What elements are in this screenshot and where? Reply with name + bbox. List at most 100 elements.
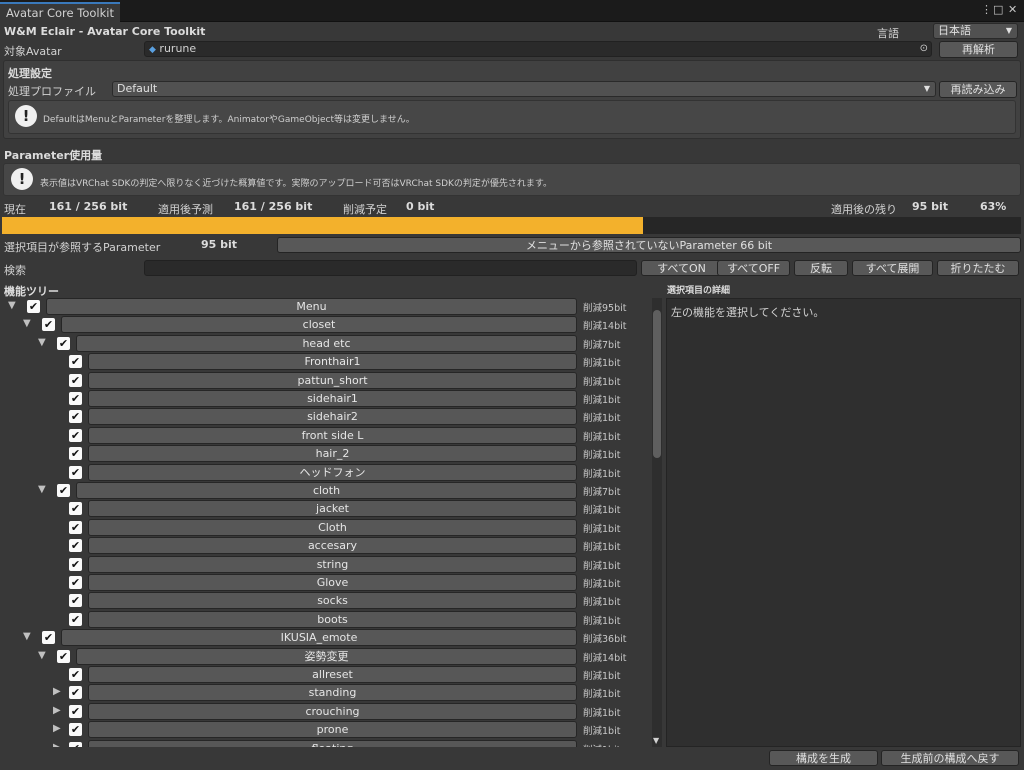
tree-checkbox[interactable]: ✔ (42, 318, 55, 332)
profile-help-text: DefaultはMenuとParameterを整理します。AnimatorやGa… (43, 115, 415, 125)
tree-checkbox[interactable]: ✔ (69, 373, 82, 387)
target-avatar-value: rurune (159, 42, 197, 55)
tree-checkbox[interactable]: ✔ (57, 649, 70, 663)
tree-node-button[interactable]: Menu (46, 298, 577, 315)
tree-node-button[interactable]: floating (88, 739, 577, 747)
tree-node-button[interactable]: hair_2 (88, 445, 577, 463)
tree-checkbox[interactable]: ✔ (69, 539, 82, 553)
tree-checkbox[interactable]: ✔ (69, 410, 82, 424)
search-input[interactable] (144, 260, 637, 276)
tree-row: ▶ ✔ crouching 削減1bit (6, 702, 653, 721)
language-dropdown[interactable]: 日本語 ▼ (933, 23, 1018, 39)
feature-tree: ▼ ✔ Menu 削減95bit ▼ ✔ closet 削減14bit ▼ ✔ head etc 削減… (6, 298, 653, 747)
tree-checkbox[interactable]: ✔ (69, 465, 82, 479)
tree-node-bits: 削減95bit (583, 303, 627, 314)
tree-checkbox[interactable]: ✔ (69, 392, 82, 405)
tree-checkbox[interactable]: ✔ (69, 502, 82, 516)
generate-button[interactable]: 構成を生成 (769, 750, 878, 766)
tree-node-button[interactable]: sidehair1 (88, 390, 577, 407)
tree-checkbox[interactable]: ✔ (69, 355, 82, 369)
tree-node-button[interactable]: pattun_short (88, 371, 577, 389)
expand-arrow-icon[interactable]: ▼ (38, 650, 46, 661)
predicted-value: 161 / 256 bit (234, 200, 313, 213)
tree-scrollbar[interactable]: ▼ (652, 298, 662, 747)
scrollbar-thumb[interactable] (653, 310, 661, 458)
tree-row: ✔ Glove 削減1bit (6, 574, 653, 592)
tree-node-button[interactable]: front side L (88, 426, 577, 444)
tree-node-button[interactable]: crouching (88, 702, 577, 720)
expand-all-button[interactable]: すべて展開 (852, 260, 933, 276)
expand-arrow-icon[interactable]: ▼ (23, 631, 31, 642)
tree-checkbox[interactable]: ✔ (69, 576, 82, 589)
tree-checkbox[interactable]: ✔ (69, 723, 82, 737)
tree-checkbox[interactable]: ✔ (69, 594, 82, 608)
tree-checkbox[interactable]: ✔ (27, 300, 40, 313)
profile-help-box: ! DefaultはMenuとParameterを整理します。Animatorや… (8, 100, 1016, 134)
expand-arrow-icon[interactable]: ▼ (38, 337, 46, 348)
detail-panel: 左の機能を選択してください。 (666, 298, 1021, 747)
tree-node-button[interactable]: prone (88, 721, 577, 739)
tree-checkbox[interactable]: ✔ (69, 668, 82, 681)
all-off-button[interactable]: すべてOFF (717, 260, 790, 276)
usage-help-text: 表示値はVRChat SDKの判定へ限りなく近づけた概算値です。実際のアップロー… (40, 179, 553, 189)
restore-button[interactable]: 生成前の構成へ戻す (881, 750, 1019, 766)
tree-checkbox[interactable]: ✔ (69, 447, 82, 461)
tree-checkbox[interactable]: ✔ (57, 336, 70, 350)
tree-node-button[interactable]: Cloth (88, 518, 577, 536)
tree-node-button[interactable]: socks (88, 592, 577, 610)
tree-node-button[interactable]: allreset (88, 666, 577, 683)
target-avatar-label: 対象Avatar (4, 45, 62, 58)
all-on-button[interactable]: すべてON (641, 260, 722, 276)
tree-checkbox[interactable]: ✔ (69, 520, 82, 534)
tree-checkbox[interactable]: ✔ (69, 612, 82, 626)
tree-checkbox[interactable]: ✔ (57, 484, 70, 497)
expand-arrow-icon[interactable]: ▼ (23, 318, 31, 329)
tree-node-button[interactable]: Glove (88, 574, 577, 591)
close-icon[interactable]: ✕ (1008, 3, 1017, 16)
tree-node-button[interactable]: Fronthair1 (88, 353, 577, 371)
tree-checkbox[interactable]: ✔ (69, 428, 82, 442)
reload-button[interactable]: 再読み込み (939, 81, 1017, 98)
tree-node-button[interactable]: accesary (88, 537, 577, 555)
target-avatar-field[interactable]: ◆ rurune ⊙ (144, 41, 932, 57)
more-menu-icon[interactable]: ⋮ (981, 3, 992, 16)
maximize-icon[interactable]: □ (993, 3, 1003, 16)
tree-node-bits: 削減1bit (583, 413, 621, 425)
tree-checkbox[interactable]: ✔ (42, 631, 55, 645)
collapsed-arrow-icon[interactable]: ▶ (53, 705, 61, 716)
processing-panel: 処理設定 処理プロファイル Default ▼ 再読み込み ! Defaultは… (3, 60, 1021, 139)
tree-node-button[interactable]: jacket (88, 500, 577, 518)
tree-node-button[interactable]: string (88, 555, 577, 573)
unreferenced-parameter-button[interactable]: メニューから参照されていないParameter 66 bit (277, 237, 1021, 253)
tree-node-bits: 削減14bit (583, 321, 627, 333)
scroll-down-icon[interactable]: ▼ (653, 736, 659, 745)
tree-checkbox[interactable]: ✔ (69, 704, 82, 718)
expand-arrow-icon[interactable]: ▼ (38, 484, 46, 495)
tree-node-button[interactable]: standing (88, 684, 577, 702)
tree-node-button[interactable]: ヘッドフォン (88, 463, 577, 481)
tree-node-button[interactable]: 姿勢変更 (76, 647, 577, 665)
tree-node-button[interactable]: IKUSIA_emote (61, 629, 577, 647)
reduce-label: 削減予定 (343, 203, 387, 216)
tree-checkbox[interactable]: ✔ (69, 686, 82, 700)
tree-node-button[interactable]: closet (61, 316, 577, 334)
profile-label: 処理プロファイル (8, 85, 96, 98)
tree-node-button[interactable]: sidehair2 (88, 408, 577, 426)
profile-dropdown[interactable]: Default ▼ (112, 81, 936, 97)
collapsed-arrow-icon[interactable]: ▶ (53, 742, 61, 747)
object-picker-icon[interactable]: ⊙ (920, 42, 928, 56)
tree-node-button[interactable]: boots (88, 610, 577, 628)
collapsed-arrow-icon[interactable]: ▶ (53, 723, 61, 734)
reanalyze-button[interactable]: 再解析 (939, 41, 1018, 58)
expand-arrow-icon[interactable]: ▼ (8, 300, 16, 311)
window-tab[interactable]: Avatar Core Toolkit (0, 2, 120, 22)
collapse-button[interactable]: 折りたたむ (937, 260, 1019, 276)
tree-node-button[interactable]: head etc (76, 334, 577, 352)
tree-checkbox[interactable]: ✔ (69, 741, 82, 747)
tree-node-button[interactable]: cloth (76, 482, 577, 499)
invert-button[interactable]: 反転 (794, 260, 848, 276)
tree-row: ✔ boots 削減1bit (6, 610, 653, 629)
collapsed-arrow-icon[interactable]: ▶ (53, 686, 61, 697)
tree-row: ✔ pattun_short 削減1bit (6, 371, 653, 390)
tree-checkbox[interactable]: ✔ (69, 557, 82, 571)
